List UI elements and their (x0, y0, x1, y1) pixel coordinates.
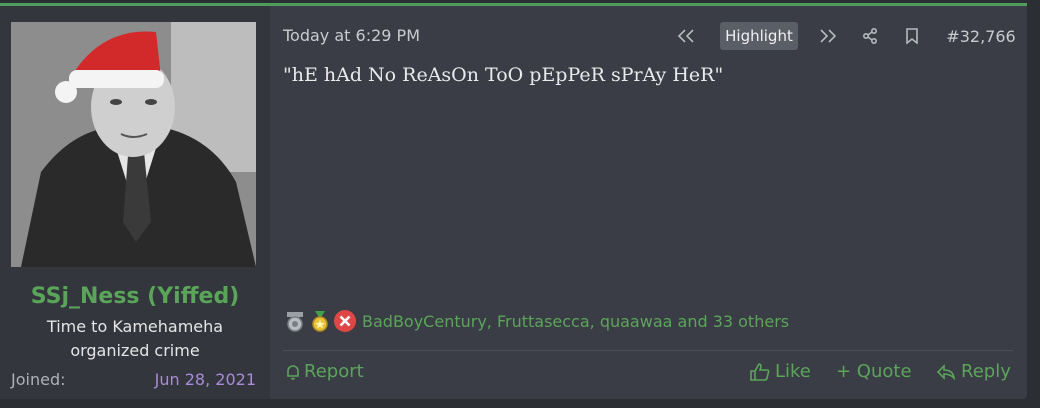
like-label: Like (775, 361, 811, 382)
reply-arrow-icon (936, 363, 956, 380)
share-icon[interactable] (856, 22, 884, 50)
footer-divider (283, 350, 1013, 351)
reactions-bar[interactable]: BadBoyCentury, Fruttasecca, quaawaa and … (283, 309, 789, 333)
post-container: SSj_Ness (Yiffed) Time to Kamehameha org… (0, 3, 1027, 399)
report-label: Report (304, 361, 364, 382)
like-button[interactable]: Like (750, 361, 811, 382)
reply-label: Reply (961, 361, 1011, 382)
username[interactable]: SSj_Ness (Yiffed) (0, 284, 270, 309)
reply-button[interactable]: Reply (936, 361, 1011, 382)
gear-medal-icon[interactable] (283, 309, 307, 333)
thumbs-up-icon (750, 362, 770, 381)
post-body: "hE hAd No ReAsOn ToO pEpPeR sPrAy HeR" (283, 64, 724, 86)
avatar[interactable] (11, 22, 256, 267)
post-timestamp[interactable]: Today at 6:29 PM (283, 26, 420, 45)
gold-medal-icon[interactable] (308, 309, 332, 333)
joined-date: Jun 28, 2021 (154, 370, 256, 389)
joined-label: Joined: (11, 370, 66, 389)
bookmark-icon[interactable] (898, 22, 926, 50)
quote-button[interactable]: + Quote (836, 361, 912, 382)
post-number[interactable]: #32,766 (942, 22, 1020, 50)
fast-forward-icon[interactable] (814, 22, 842, 50)
red-x-icon[interactable] (333, 309, 357, 333)
reaction-names[interactable]: BadBoyCentury, Fruttasecca, quaawaa and … (362, 312, 789, 331)
highlight-button[interactable]: Highlight (720, 22, 798, 50)
quote-label: + Quote (836, 361, 912, 382)
bell-icon (287, 364, 299, 380)
rewind-icon[interactable] (672, 22, 700, 50)
user-column: SSj_Ness (Yiffed) Time to Kamehameha org… (0, 6, 270, 399)
user-title-line-2: organized crime (70, 341, 200, 360)
message-column: Today at 6:29 PM Highlight #32,766 "hE h… (270, 6, 1027, 399)
user-title-line-1: Time to Kamehameha (46, 317, 224, 336)
report-button[interactable]: Report (286, 361, 364, 382)
